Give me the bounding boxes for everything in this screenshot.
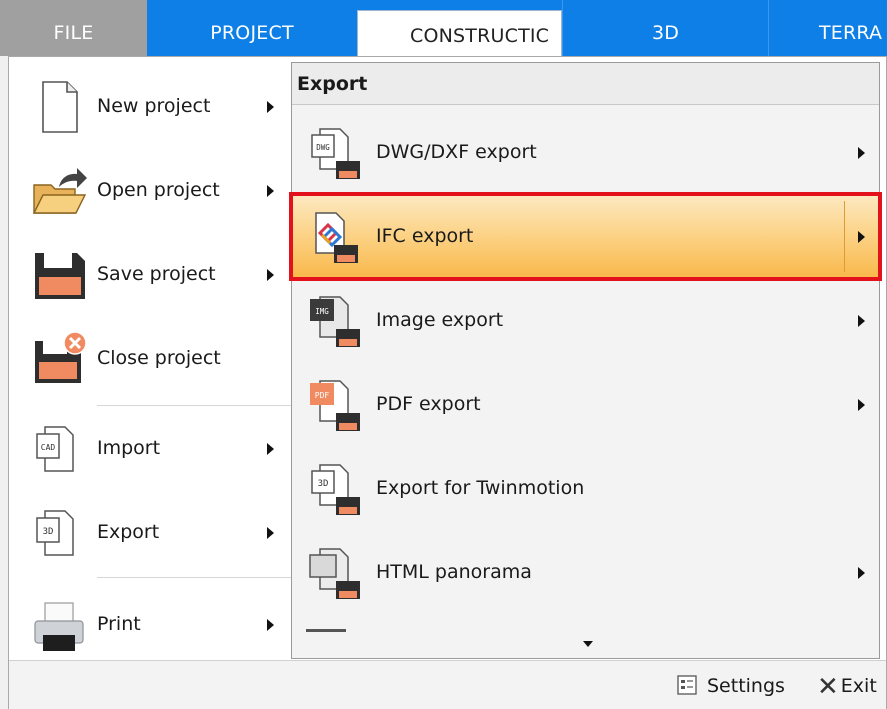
floppy-disk-icon bbox=[31, 247, 87, 303]
submenu-item-label: HTML panorama bbox=[376, 561, 532, 583]
close-icon: ✕ bbox=[817, 672, 839, 702]
submenu-arrow-icon bbox=[858, 147, 865, 159]
exit-button[interactable]: ✕ Exit bbox=[817, 669, 877, 703]
submenu-item-ifc-export[interactable]: IFC export bbox=[289, 192, 882, 281]
exit-label: Exit bbox=[840, 675, 877, 697]
settings-icon bbox=[677, 675, 697, 695]
svg-text:PDF: PDF bbox=[315, 391, 330, 400]
printer-icon bbox=[31, 597, 87, 653]
menu-item-print[interactable]: Print bbox=[9, 583, 291, 665]
menu-item-export[interactable]: 3D Export bbox=[9, 491, 291, 573]
menu-item-open-project[interactable]: Open project bbox=[9, 149, 291, 231]
submenu-item-image-export[interactable]: IMG Image export bbox=[292, 279, 879, 362]
menu-item-new-project[interactable]: New project bbox=[9, 65, 291, 147]
file-menu-left-column: New project Open project Save project Cl… bbox=[9, 57, 291, 687]
panorama-export-icon bbox=[306, 545, 362, 601]
split-divider bbox=[844, 201, 845, 272]
submenu-item-export-for-twinmotion[interactable]: 3D Export for Twinmotion bbox=[292, 447, 879, 530]
export-submenu: Export DWG DWG/DXF export IFC export IMG… bbox=[289, 62, 882, 659]
menu-separator bbox=[97, 577, 291, 578]
svg-text:IMG: IMG bbox=[315, 307, 329, 316]
submenu-item-label: PDF export bbox=[376, 393, 481, 415]
image-export-icon: IMG bbox=[306, 293, 362, 349]
new-document-icon bbox=[31, 79, 87, 135]
submenu-item-label: IFC export bbox=[376, 225, 474, 247]
pdf-export-icon: PDF bbox=[306, 377, 362, 433]
tab-terrain[interactable]: TERRA bbox=[768, 0, 887, 56]
submenu-arrow-icon bbox=[858, 567, 865, 579]
menu-footer: Settings ✕ Exit bbox=[9, 660, 886, 709]
tab-construction[interactable]: CONSTRUCTIC bbox=[357, 10, 562, 56]
tab-3d[interactable]: 3D bbox=[562, 0, 768, 56]
settings-label: Settings bbox=[707, 675, 785, 697]
scroll-down-icon[interactable] bbox=[583, 641, 593, 647]
menu-item-import[interactable]: CAD Import bbox=[9, 407, 291, 489]
svg-text:CAD: CAD bbox=[41, 443, 56, 452]
open-folder-icon bbox=[31, 163, 87, 219]
menu-separator bbox=[97, 405, 291, 406]
submenu-item-html-panorama[interactable]: HTML panorama bbox=[292, 531, 879, 614]
tab-file[interactable]: FILE bbox=[0, 0, 147, 56]
submenu-arrow-icon bbox=[267, 527, 274, 539]
submenu-arrow-icon bbox=[267, 185, 274, 197]
partial-next-item-icon bbox=[306, 629, 346, 632]
close-project-icon bbox=[31, 331, 87, 387]
ifc-export-icon bbox=[306, 209, 362, 265]
tab-project[interactable]: PROJECT bbox=[147, 0, 357, 56]
submenu-item-label: Export for Twinmotion bbox=[376, 477, 585, 499]
submenu-arrow-icon bbox=[267, 269, 274, 281]
menu-item-label: Export bbox=[97, 521, 160, 543]
import-cad-icon: CAD bbox=[31, 421, 87, 477]
menu-item-label: Print bbox=[97, 613, 141, 635]
submenu-item-label: DWG/DXF export bbox=[376, 141, 537, 163]
submenu-arrow-icon bbox=[858, 231, 865, 243]
menu-item-save-project[interactable]: Save project bbox=[9, 233, 291, 315]
svg-text:3D: 3D bbox=[43, 527, 54, 537]
submenu-arrow-icon bbox=[267, 619, 274, 631]
submenu-item-pdf-export[interactable]: PDF PDF export bbox=[292, 363, 879, 446]
submenu-header: Export bbox=[292, 63, 879, 105]
menu-item-label: Import bbox=[97, 437, 161, 459]
ribbon-tab-bar: FILE PROJECT CONSTRUCTIC 3D TERRA bbox=[0, 0, 887, 56]
submenu-arrow-icon bbox=[858, 399, 865, 411]
svg-text:DWG: DWG bbox=[316, 143, 330, 152]
menu-item-close-project[interactable]: Close project bbox=[9, 317, 291, 399]
submenu-arrow-icon bbox=[267, 101, 274, 113]
svg-text:3D: 3D bbox=[318, 479, 329, 489]
submenu-arrow-icon bbox=[858, 315, 865, 327]
export-3d-icon: 3D bbox=[31, 505, 87, 561]
menu-item-label: Open project bbox=[97, 179, 220, 201]
submenu-item-label: Image export bbox=[376, 309, 504, 331]
submenu-item-dwg-dxf-export[interactable]: DWG DWG/DXF export bbox=[292, 111, 879, 194]
menu-item-label: Close project bbox=[97, 347, 221, 369]
twinmotion-export-icon: 3D bbox=[306, 461, 362, 517]
settings-button[interactable]: Settings bbox=[677, 669, 785, 703]
menu-item-label: Save project bbox=[97, 263, 216, 285]
menu-item-label: New project bbox=[97, 95, 211, 117]
dwg-export-icon: DWG bbox=[306, 125, 362, 181]
submenu-arrow-icon bbox=[267, 443, 274, 455]
